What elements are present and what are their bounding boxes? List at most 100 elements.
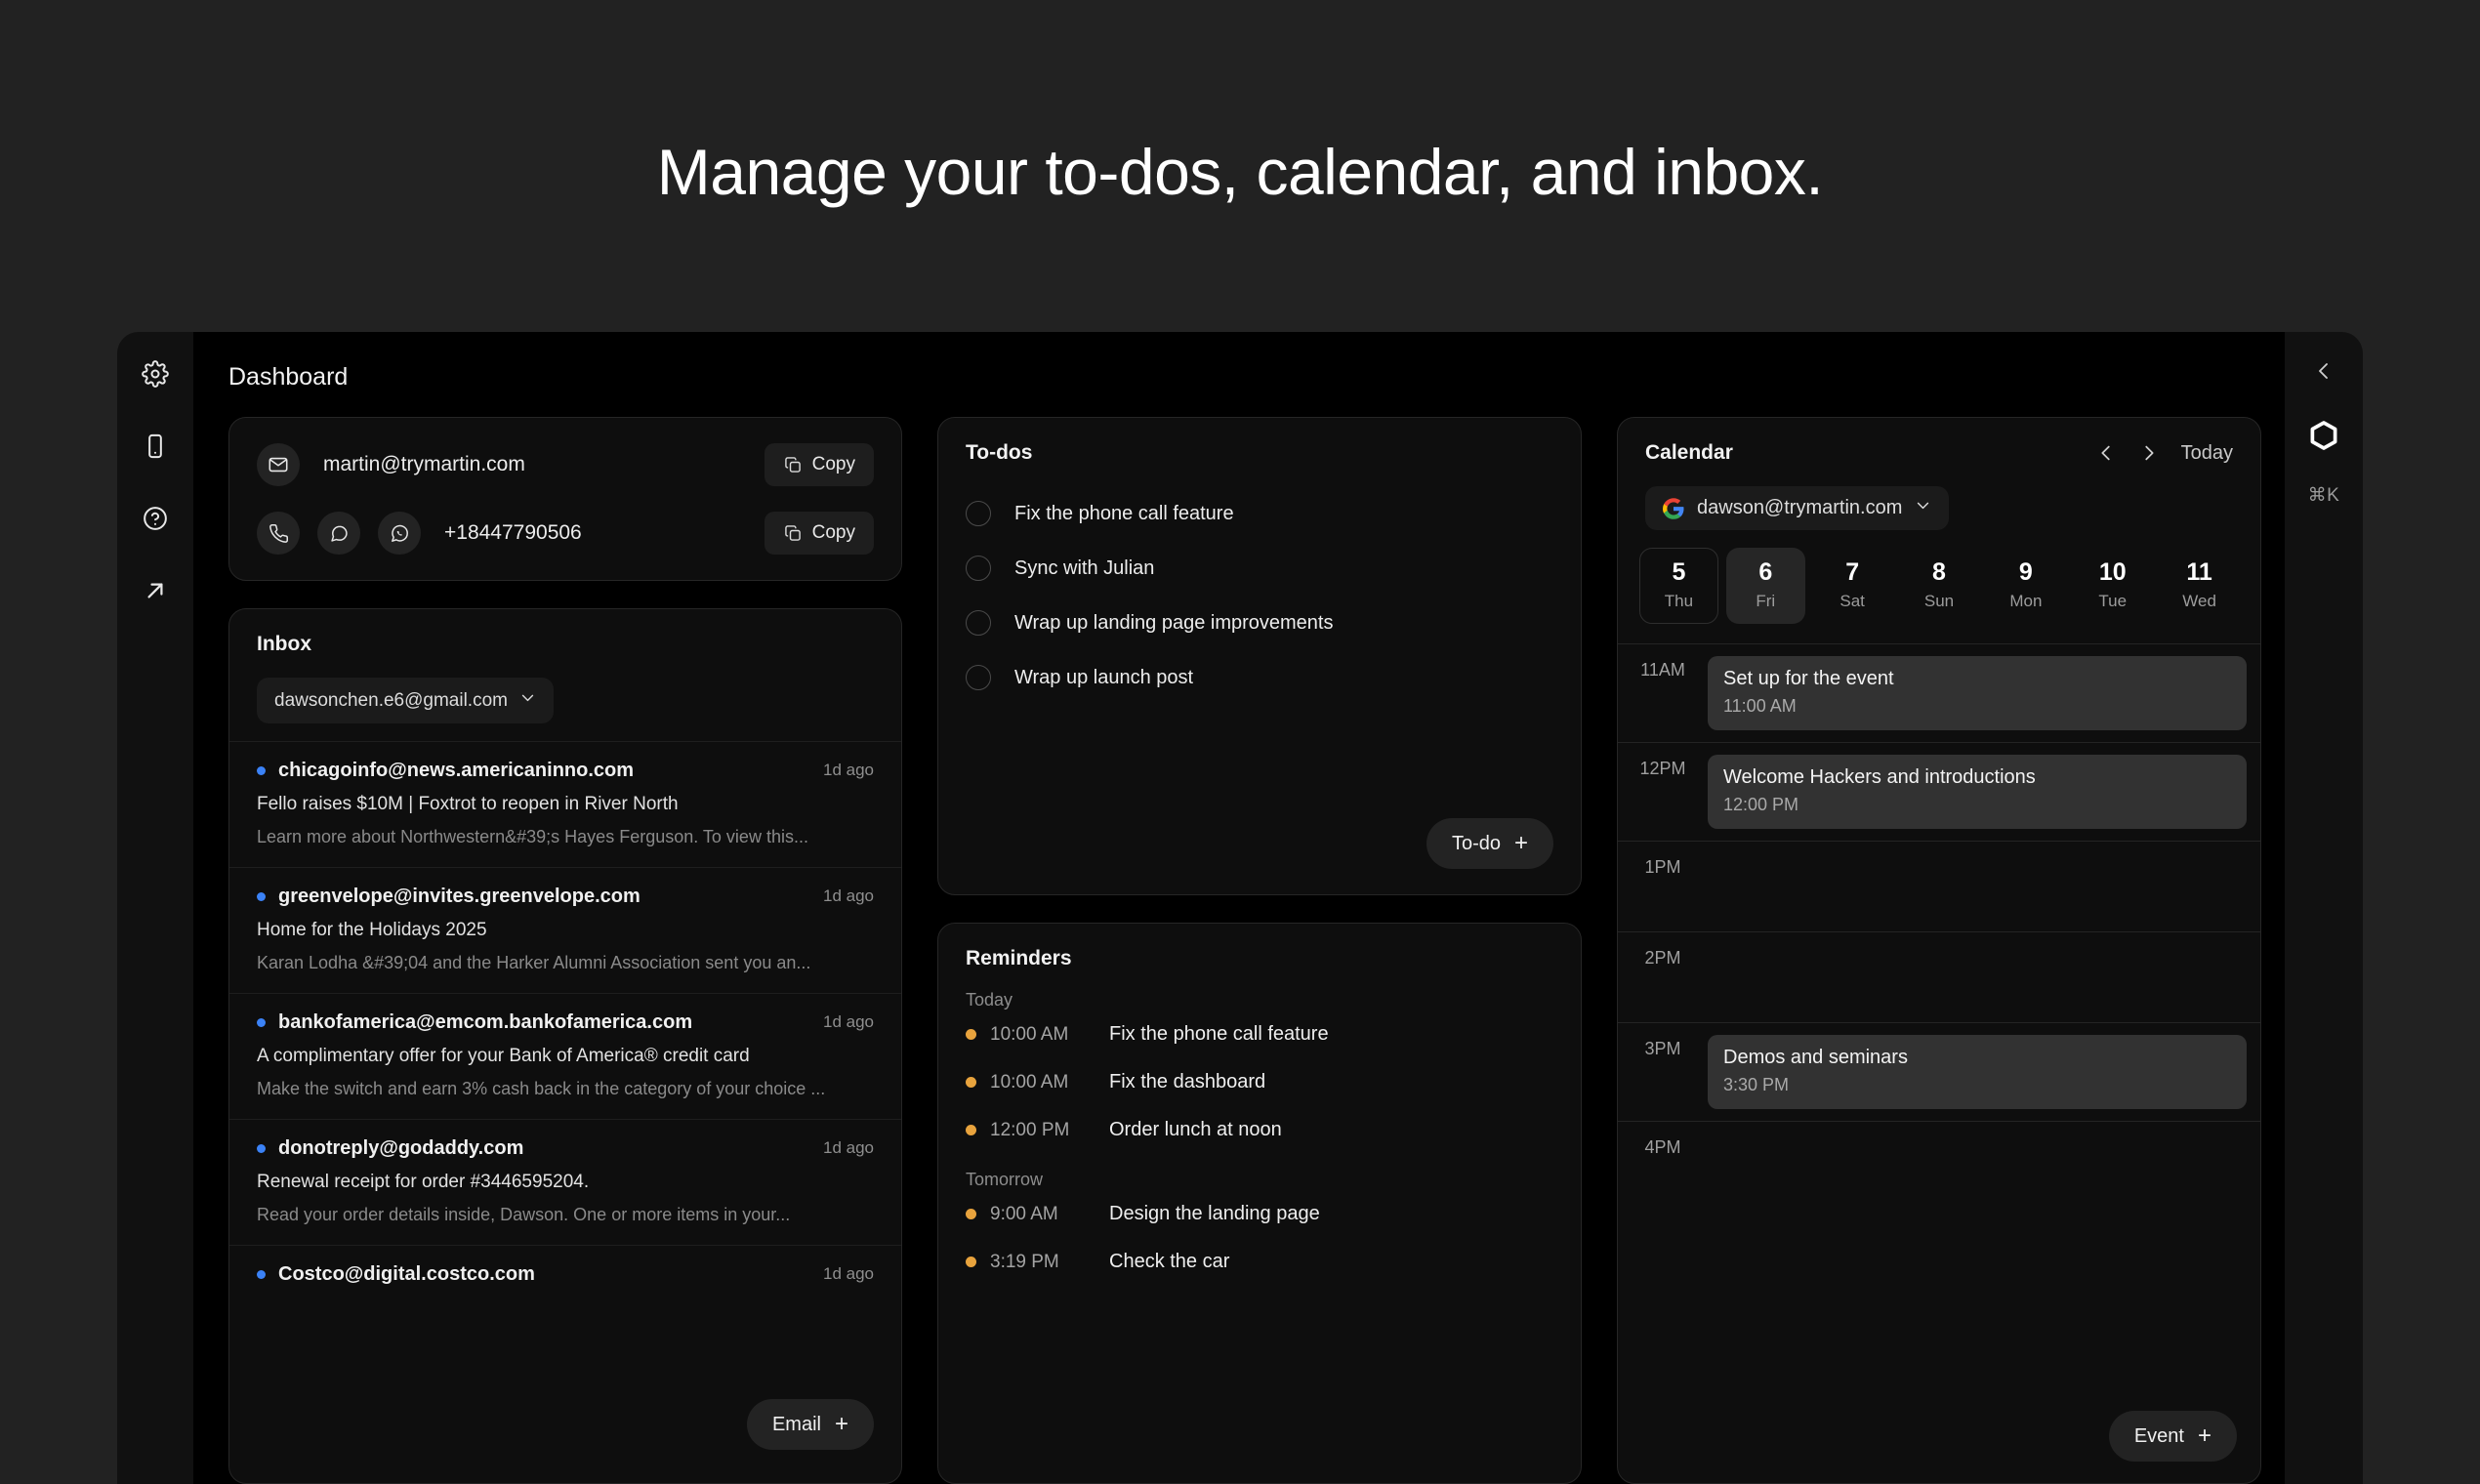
calendar-event[interactable]: Demos and seminars 3:30 PM bbox=[1708, 1035, 2247, 1109]
inbox-account-select[interactable]: dawsonchen.e6@gmail.com bbox=[257, 678, 554, 723]
reminder-text: Fix the dashboard bbox=[1109, 1071, 1266, 1092]
calendar-day[interactable]: 5 Thu bbox=[1639, 548, 1718, 624]
mobile-icon[interactable] bbox=[141, 432, 170, 461]
message-bubble-icon[interactable] bbox=[317, 512, 360, 555]
calendar-day[interactable]: 8 Sun bbox=[1900, 548, 1979, 624]
reminder-text: Order lunch at noon bbox=[1109, 1119, 1282, 1140]
calendar-prev-button[interactable] bbox=[2095, 442, 2117, 464]
app-main: Dashboard martin@trymartin.com Copy +184… bbox=[193, 332, 2285, 1484]
add-email-button[interactable]: Email + bbox=[746, 1399, 874, 1450]
gear-icon[interactable] bbox=[141, 359, 170, 389]
command-k-shortcut[interactable]: ⌘K bbox=[2308, 484, 2340, 507]
add-todo-button[interactable]: To-do + bbox=[1426, 818, 1553, 869]
calendar-next-button[interactable] bbox=[2138, 442, 2160, 464]
calendar-hour-row[interactable]: 2PM bbox=[1618, 932, 2260, 1023]
mail-age: 1d ago bbox=[823, 886, 874, 905]
mail-header: donotreply@godaddy.com 1d ago bbox=[257, 1137, 874, 1160]
calendar-day-number: 11 bbox=[2186, 558, 2212, 586]
todo-checkbox[interactable] bbox=[966, 501, 991, 526]
calendar-day[interactable]: 6 Fri bbox=[1725, 548, 1805, 624]
calendar-hour-row[interactable]: 4PM bbox=[1618, 1122, 2260, 1216]
mail-age: 1d ago bbox=[823, 761, 874, 779]
list-item[interactable]: 10:00 AM Fix the phone call feature bbox=[938, 1010, 1581, 1058]
chevron-down-icon bbox=[519, 689, 536, 712]
list-item[interactable]: 9:00 AM Design the landing page bbox=[938, 1190, 1581, 1238]
copy-icon bbox=[783, 523, 803, 543]
reminders-card: Reminders Today 10:00 AM Fix the phone c… bbox=[937, 923, 1582, 1484]
list-item[interactable]: bankofamerica@emcom.bankofamerica.com 1d… bbox=[229, 993, 901, 1119]
list-item[interactable]: 3:19 PM Check the car bbox=[938, 1238, 1581, 1286]
reminder-time: 3:19 PM bbox=[990, 1251, 1059, 1272]
event-title: Welcome Hackers and introductions bbox=[1723, 766, 2036, 788]
todo-checkbox[interactable] bbox=[966, 556, 991, 581]
todo-checkbox[interactable] bbox=[966, 665, 991, 690]
calendar-day[interactable]: 10 Tue bbox=[2073, 548, 2152, 624]
mail-sender: chicagoinfo@news.americaninno.com bbox=[257, 760, 634, 782]
calendar-event[interactable]: Set up for the event 11:00 AM bbox=[1708, 656, 2247, 730]
page-root: Manage your to-dos, calendar, and inbox. bbox=[0, 0, 2480, 1484]
hexagon-logo-icon[interactable] bbox=[2307, 419, 2340, 457]
calendar-hour-row[interactable]: 3PM Demos and seminars 3:30 PM bbox=[1618, 1023, 2260, 1122]
help-circle-icon[interactable] bbox=[141, 504, 170, 533]
inbox-title: Inbox bbox=[257, 633, 311, 655]
mail-header: chicagoinfo@news.americaninno.com 1d ago bbox=[257, 760, 874, 782]
todo-label: Wrap up landing page improvements bbox=[1014, 611, 1334, 634]
page-headline: Manage your to-dos, calendar, and inbox. bbox=[656, 136, 1824, 208]
chevron-down-icon bbox=[1915, 497, 1931, 519]
list-item[interactable]: Wrap up landing page improvements bbox=[966, 596, 1553, 650]
external-link-icon[interactable] bbox=[141, 576, 170, 605]
list-item[interactable]: greenvelope@invites.greenvelope.com 1d a… bbox=[229, 867, 901, 993]
whatsapp-icon[interactable] bbox=[378, 512, 421, 555]
mail-subject: Home for the Holidays 2025 bbox=[257, 920, 487, 940]
copy-icon bbox=[783, 455, 803, 474]
calendar-day-name: Fri bbox=[1756, 592, 1776, 610]
event-time: 12:00 PM bbox=[1723, 795, 1799, 814]
list-item[interactable]: Sync with Julian bbox=[966, 541, 1553, 596]
calendar-hour-row[interactable]: 11AM Set up for the event 11:00 AM bbox=[1618, 644, 2260, 743]
unread-dot-icon bbox=[257, 1018, 266, 1027]
unread-dot-icon bbox=[257, 1144, 266, 1153]
calendar-day-number: 7 bbox=[1845, 558, 1860, 586]
collapse-panel-button[interactable] bbox=[2312, 359, 2335, 388]
list-item[interactable]: Costco@digital.costco.com 1d ago bbox=[229, 1245, 901, 1305]
envelope-icon[interactable] bbox=[257, 443, 300, 486]
calendar-event[interactable]: Welcome Hackers and introductions 12:00 … bbox=[1708, 755, 2247, 829]
calendar-day-number: 9 bbox=[2018, 558, 2033, 586]
add-event-button[interactable]: Event + bbox=[2108, 1411, 2237, 1462]
copy-email-button[interactable]: Copy bbox=[764, 443, 874, 486]
calendar-day[interactable]: 7 Sat bbox=[1813, 548, 1892, 624]
calendar-day-name: Mon bbox=[2009, 592, 2043, 610]
list-item[interactable]: Wrap up launch post bbox=[966, 650, 1553, 705]
calendar-hour-grid: 11AM Set up for the event 11:00 AM 12PM … bbox=[1618, 643, 2260, 1483]
list-item[interactable]: Fix the phone call feature bbox=[966, 486, 1553, 541]
mail-subject: Renewal receipt for order #3446595204. bbox=[257, 1172, 590, 1192]
calendar-day[interactable]: 9 Mon bbox=[1986, 548, 2065, 624]
calendar-today-button[interactable]: Today bbox=[2181, 442, 2233, 465]
phone-icon[interactable] bbox=[257, 512, 300, 555]
inbox-account-label: dawsonchen.e6@gmail.com bbox=[274, 689, 508, 711]
calendar-hour-row[interactable]: 1PM bbox=[1618, 842, 2260, 932]
calendar-hour-row[interactable]: 12PM Welcome Hackers and introductions 1… bbox=[1618, 743, 2260, 842]
list-item[interactable]: 10:00 AM Fix the dashboard bbox=[938, 1058, 1581, 1106]
list-item[interactable]: chicagoinfo@news.americaninno.com 1d ago… bbox=[229, 741, 901, 867]
app-window: Dashboard martin@trymartin.com Copy +184… bbox=[117, 332, 2363, 1484]
list-item[interactable]: donotreply@godaddy.com 1d ago Renewal re… bbox=[229, 1119, 901, 1245]
copy-phone-label: Copy bbox=[811, 522, 855, 543]
plus-icon: + bbox=[2197, 1422, 2211, 1449]
contact-phone-row: +18447790506 Copy bbox=[257, 512, 874, 555]
event-title: Set up for the event bbox=[1723, 668, 1894, 689]
mail-age: 1d ago bbox=[823, 1264, 874, 1283]
column-middle: To-dos Fix the phone call feature Sync w… bbox=[937, 417, 1582, 1484]
todo-checkbox[interactable] bbox=[966, 610, 991, 636]
calendar-account-select[interactable]: dawson@trymartin.com bbox=[1645, 486, 1950, 530]
hour-label: 11AM bbox=[1640, 660, 1685, 680]
list-item[interactable]: 12:00 PM Order lunch at noon bbox=[938, 1106, 1581, 1154]
mail-sender: donotreply@godaddy.com bbox=[257, 1137, 523, 1160]
mail-snippet: Learn more about Northwestern&#39;s Haye… bbox=[257, 827, 808, 846]
calendar-day-name: Sat bbox=[1839, 592, 1865, 610]
reminder-dot-icon bbox=[966, 1209, 976, 1219]
calendar-day[interactable]: 11 Wed bbox=[2160, 548, 2239, 624]
mail-snippet: Read your order details inside, Dawson. … bbox=[257, 1205, 791, 1224]
copy-phone-button[interactable]: Copy bbox=[764, 512, 874, 555]
mail-snippet: Make the switch and earn 3% cash back in… bbox=[257, 1079, 826, 1098]
